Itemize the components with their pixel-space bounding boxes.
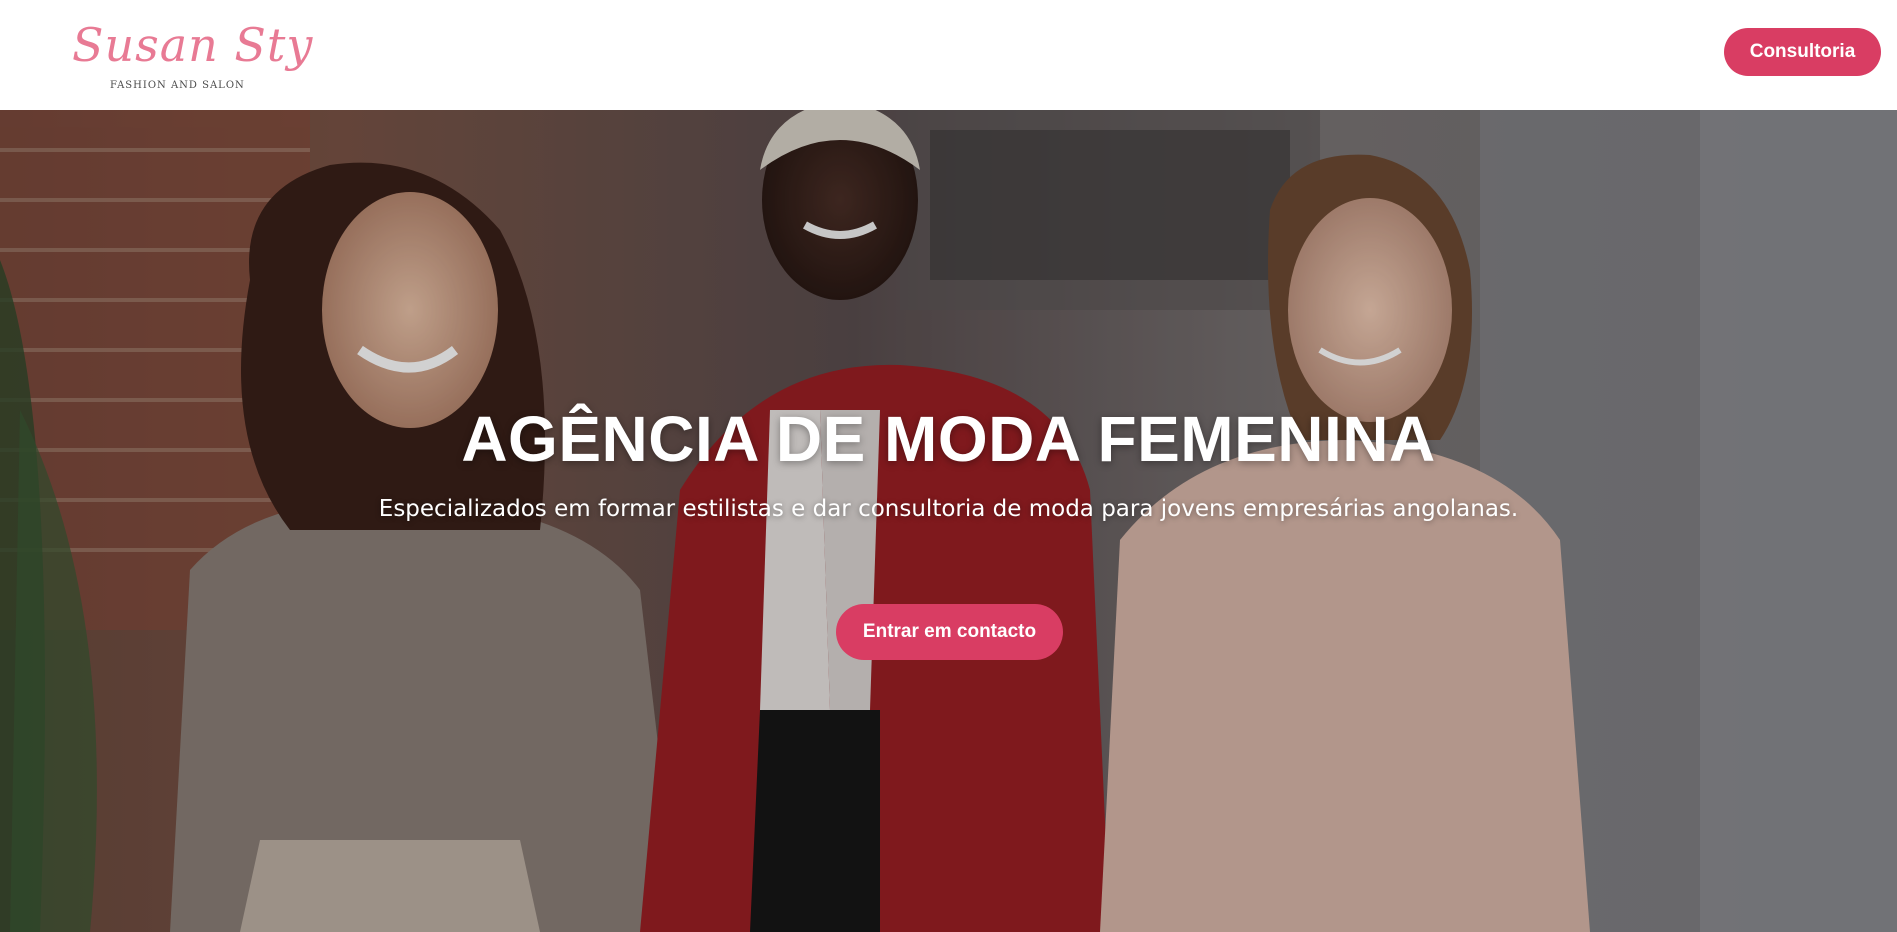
contact-button[interactable]: Entrar em contacto bbox=[836, 604, 1063, 660]
logo-script-text: Susan Sty bbox=[72, 18, 314, 72]
site-header: Susan Sty FASHION AND SALON Consultoria bbox=[0, 0, 1897, 110]
hero-subtitle: Especializados em formar estilistas e da… bbox=[378, 496, 1519, 522]
hero-title: AGÊNCIA DE MODA FEMENINA bbox=[461, 403, 1436, 475]
brand-logo[interactable]: Susan Sty FASHION AND SALON bbox=[70, 18, 312, 92]
consultoria-button[interactable]: Consultoria bbox=[1724, 28, 1881, 76]
hero-section: AGÊNCIA DE MODA FEMENINA Especializados … bbox=[0, 110, 1897, 932]
logo-tagline: FASHION AND SALON bbox=[110, 80, 245, 91]
